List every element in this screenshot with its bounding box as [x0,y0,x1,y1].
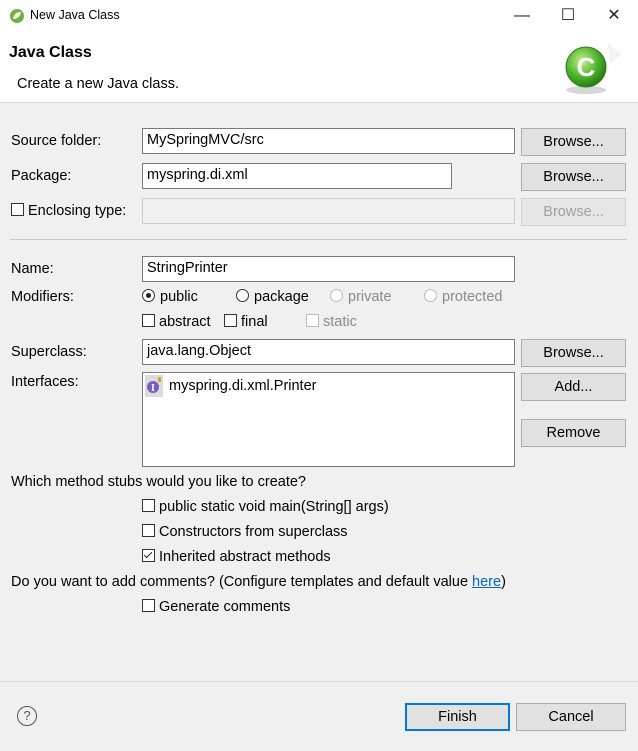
radio-icon [236,289,249,302]
close-button[interactable]: ✕ [591,0,637,32]
interface-item-label: myspring.di.xml.Printer [169,378,317,394]
footer-separator [0,681,638,682]
radio-icon [330,289,343,302]
add-interface-button[interactable]: Add... [521,373,626,401]
inherited-stub-label: Inherited abstract methods [159,549,331,565]
page-title: Java Class [9,44,92,61]
enclosing-type-browse-button: Browse... [521,198,626,226]
remove-interface-button[interactable]: Remove [521,419,626,447]
package-input[interactable]: myspring.di.xml [142,163,452,189]
modifier-package-radio[interactable]: package [236,289,309,305]
modifier-private-label: private [348,289,392,305]
window-title: New Java Class [30,8,120,22]
modifier-public-radio[interactable]: public [142,289,198,305]
interface-icon: I [145,375,163,397]
package-label: Package: [11,168,72,184]
modifier-protected-radio: protected [424,289,502,305]
separator [10,239,627,240]
generate-comments-label: Generate comments [159,599,291,615]
page-description: Create a new Java class. [17,76,179,92]
wizard-header [0,32,638,103]
cancel-button[interactable]: Cancel [516,703,626,731]
generate-comments-checkbox[interactable]: Generate comments [142,599,290,615]
method-stubs-question: Which method stubs would you like to cre… [11,474,306,490]
checkbox-icon [142,524,155,537]
list-item[interactable]: I myspring.di.xml.Printer [145,375,316,397]
source-folder-browse-button[interactable]: Browse... [521,128,626,156]
minimize-button[interactable]: — [499,0,545,32]
enclosing-type-checkbox[interactable]: Enclosing type: [11,203,126,219]
checkbox-icon [142,499,155,512]
main-stub-checkbox[interactable]: public static void main(String[] args) [142,499,389,515]
interfaces-list[interactable]: I myspring.di.xml.Printer [142,372,515,467]
modifier-abstract-label: abstract [159,314,211,330]
checkbox-icon [142,314,155,327]
name-label: Name: [11,261,54,277]
modifier-private-radio: private [330,289,392,305]
package-browse-button[interactable]: Browse... [521,163,626,191]
superclass-label: Superclass: [11,344,87,360]
interfaces-label: Interfaces: [11,374,79,390]
modifier-static-checkbox: static [306,314,357,330]
modifier-public-label: public [160,289,198,305]
enclosing-type-check-icon[interactable] [11,203,24,216]
inherited-stub-checkbox[interactable]: Inherited abstract methods [142,549,331,565]
modifier-package-label: package [254,289,309,305]
modifier-protected-label: protected [442,289,503,305]
configure-templates-link[interactable]: here [472,574,501,590]
modifier-final-checkbox[interactable]: final [224,314,268,330]
checkbox-icon [224,314,237,327]
main-stub-label: public static void main(String[] args) [159,499,389,515]
radio-selected-icon [142,289,155,302]
finish-button[interactable]: Finish [405,703,510,731]
constructors-stub-checkbox[interactable]: Constructors from superclass [142,524,348,540]
modifier-static-label: static [323,314,357,330]
java-class-wizard-icon: C [565,44,622,94]
enclosing-type-input [142,198,515,224]
svg-text:I: I [151,383,155,394]
enclosing-type-label: Enclosing type: [28,203,127,219]
help-icon[interactable]: ? [17,706,37,726]
maximize-button[interactable]: ☐ [545,0,591,32]
checkbox-checked-icon [142,549,155,562]
modifier-final-label: final [241,314,268,330]
spring-leaf-icon [10,9,24,23]
superclass-input[interactable]: java.lang.Object [142,339,515,365]
modifier-abstract-checkbox[interactable]: abstract [142,314,211,330]
constructors-stub-label: Constructors from superclass [159,524,348,540]
svg-text:C: C [577,52,596,82]
checkbox-icon [142,599,155,612]
comments-question-end: ) [501,574,506,590]
source-folder-input[interactable]: MySpringMVC/src [142,128,515,154]
name-input[interactable]: StringPrinter [142,256,515,282]
comments-question: Do you want to add comments? (Configure … [11,574,506,590]
radio-icon [424,289,437,302]
checkbox-icon [306,314,319,327]
source-folder-label: Source folder: [11,133,102,149]
superclass-browse-button[interactable]: Browse... [521,339,626,367]
comments-question-text: Do you want to add comments? (Configure … [11,574,473,590]
modifiers-label: Modifiers: [11,289,74,305]
